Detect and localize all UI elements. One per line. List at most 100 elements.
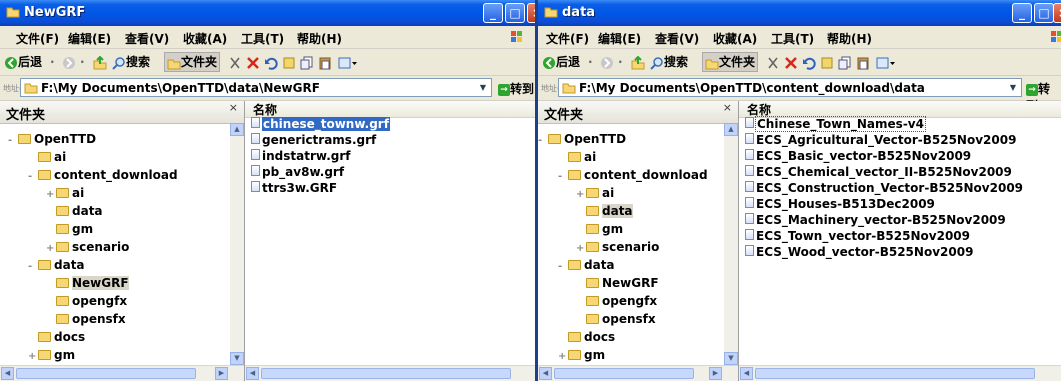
file-item[interactable]: ECS_Basic_vector-B525Nov2009: [745, 148, 1061, 164]
tree-horizontal-scrollbar[interactable]: ◀ ▶: [0, 365, 244, 381]
delete-button[interactable]: [246, 53, 260, 71]
undo-button[interactable]: [264, 53, 278, 71]
folders-button[interactable]: 文件夹: [702, 52, 759, 72]
tree-node[interactable]: + gm: [28, 346, 75, 364]
address-dropdown-icon[interactable]: ▼: [1007, 81, 1019, 94]
tree-node[interactable]: ai: [28, 148, 66, 166]
file-item[interactable]: indstatrw.grf: [251, 148, 535, 164]
file-item[interactable]: ECS_Chemical_vector_II-B525Nov2009: [745, 164, 1061, 180]
scroll-left-icon[interactable]: ◀: [740, 367, 753, 380]
close-pane-icon[interactable]: ×: [723, 101, 732, 114]
scroll-down-icon[interactable]: ▼: [230, 352, 244, 365]
file-item[interactable]: ttrs3w.GRF: [251, 180, 535, 196]
back-button[interactable]: 后退: [4, 53, 42, 71]
tree-node[interactable]: - data: [28, 256, 85, 274]
scroll-right-icon[interactable]: ▶: [215, 367, 228, 380]
minimize-button[interactable]: _: [1012, 3, 1032, 23]
tree-expander[interactable]: -: [28, 168, 38, 186]
menu-edit[interactable]: 编辑(E): [598, 30, 641, 47]
tree-expander[interactable]: -: [28, 258, 38, 276]
tree-node[interactable]: opengfx: [576, 292, 657, 310]
tree-node[interactable]: ai: [558, 148, 596, 166]
properties-button[interactable]: [820, 53, 834, 71]
tree-node[interactable]: + scenario: [576, 238, 659, 256]
address-dropdown-icon[interactable]: ▼: [477, 81, 489, 94]
tree-node[interactable]: NewGRF: [576, 274, 659, 292]
file-item[interactable]: ECS_Wood_vector-B525Nov2009: [745, 244, 1061, 260]
forward-dropdown[interactable]: ·: [80, 53, 85, 71]
search-button[interactable]: 搜索: [650, 53, 688, 71]
folders-button[interactable]: 文件夹: [164, 52, 221, 72]
scroll-left-icon[interactable]: ◀: [1, 367, 14, 380]
menu-favorites[interactable]: 收藏(A): [183, 30, 227, 47]
copy-button[interactable]: [838, 53, 852, 71]
menu-favorites[interactable]: 收藏(A): [713, 30, 757, 47]
menu-help[interactable]: 帮助(H): [297, 30, 342, 47]
maximize-button[interactable]: □: [1034, 3, 1054, 23]
scroll-left-icon[interactable]: ◀: [246, 367, 259, 380]
tree-expander[interactable]: -: [538, 132, 548, 150]
forward-dropdown[interactable]: ·: [618, 53, 623, 71]
menu-tools[interactable]: 工具(T): [771, 30, 814, 47]
scroll-down-icon[interactable]: ▼: [724, 352, 738, 365]
back-dropdown[interactable]: ·: [588, 53, 593, 71]
address-input[interactable]: F:\My Documents\OpenTTD\content_download…: [558, 78, 1022, 97]
back-dropdown[interactable]: ·: [50, 53, 55, 71]
tree-node[interactable]: + gm: [558, 346, 605, 364]
up-button[interactable]: [631, 53, 645, 71]
tree-expander[interactable]: -: [558, 168, 568, 186]
delete-button[interactable]: [784, 53, 798, 71]
file-item[interactable]: ECS_Agricultural_Vector-B525Nov2009: [745, 132, 1061, 148]
tree-node[interactable]: + ai: [576, 184, 614, 202]
tree-node[interactable]: - content_download: [28, 166, 178, 184]
menu-file[interactable]: 文件(F): [546, 30, 589, 47]
tree-vertical-scrollbar[interactable]: ▲ ▼: [230, 123, 244, 365]
forward-button[interactable]: [62, 53, 76, 71]
file-item[interactable]: ECS_Houses-B513Dec2009: [745, 196, 1061, 212]
tree-node[interactable]: + ai: [46, 184, 84, 202]
tree-node[interactable]: - OpenTTD: [8, 130, 96, 148]
paste-button[interactable]: [318, 53, 332, 71]
tree-node[interactable]: - OpenTTD: [538, 130, 626, 148]
properties-button[interactable]: [282, 53, 296, 71]
minimize-button[interactable]: _: [483, 3, 503, 23]
scroll-up-icon[interactable]: ▲: [724, 123, 738, 136]
file-item[interactable]: generictrams.grf: [251, 132, 535, 148]
file-item[interactable]: Chinese_Town_Names-v4: [745, 116, 1061, 132]
tree-node[interactable]: opensfx: [46, 310, 126, 328]
copy-button[interactable]: [300, 53, 314, 71]
files-horizontal-scrollbar[interactable]: ◀: [245, 365, 535, 381]
paste-button[interactable]: [856, 53, 870, 71]
tree-node[interactable]: + scenario: [46, 238, 129, 256]
up-button[interactable]: [93, 53, 107, 71]
files-horizontal-scrollbar[interactable]: ◀: [739, 365, 1061, 381]
forward-button[interactable]: [600, 53, 614, 71]
scroll-thumb[interactable]: [16, 368, 196, 379]
menu-edit[interactable]: 编辑(E): [68, 30, 111, 47]
tree-node[interactable]: opensfx: [576, 310, 656, 328]
tree-expander[interactable]: -: [8, 132, 18, 150]
move-to-button[interactable]: [766, 53, 780, 71]
scroll-left-icon[interactable]: ◀: [539, 367, 552, 380]
tree-node[interactable]: docs: [558, 328, 615, 346]
scroll-right-icon[interactable]: ▶: [709, 367, 722, 380]
views-button[interactable]: [876, 53, 896, 71]
title-bar[interactable]: NewGRF _ □ ×: [0, 0, 535, 26]
views-button[interactable]: [338, 53, 358, 71]
close-button[interactable]: ×: [1053, 3, 1061, 23]
file-item[interactable]: chinese_townw.grf: [251, 116, 535, 132]
menu-file[interactable]: 文件(F): [16, 30, 59, 47]
scroll-thumb[interactable]: [261, 368, 511, 379]
file-item[interactable]: ECS_Town_vector-B525Nov2009: [745, 228, 1061, 244]
address-input[interactable]: F:\My Documents\OpenTTD\data\NewGRF ▼: [20, 78, 492, 97]
file-item[interactable]: ECS_Machinery_vector-B525Nov2009: [745, 212, 1061, 228]
tree-node[interactable]: opengfx: [46, 292, 127, 310]
file-item[interactable]: ECS_Construction_Vector-B525Nov2009: [745, 180, 1061, 196]
tree-node[interactable]: - content_download: [558, 166, 708, 184]
move-to-button[interactable]: [228, 53, 242, 71]
tree-node[interactable]: gm: [46, 220, 93, 238]
search-button[interactable]: 搜索: [112, 53, 150, 71]
tree-node[interactable]: - data: [558, 256, 615, 274]
go-button[interactable]: →转到: [498, 80, 534, 97]
tree-horizontal-scrollbar[interactable]: ◀ ▶: [538, 365, 738, 381]
